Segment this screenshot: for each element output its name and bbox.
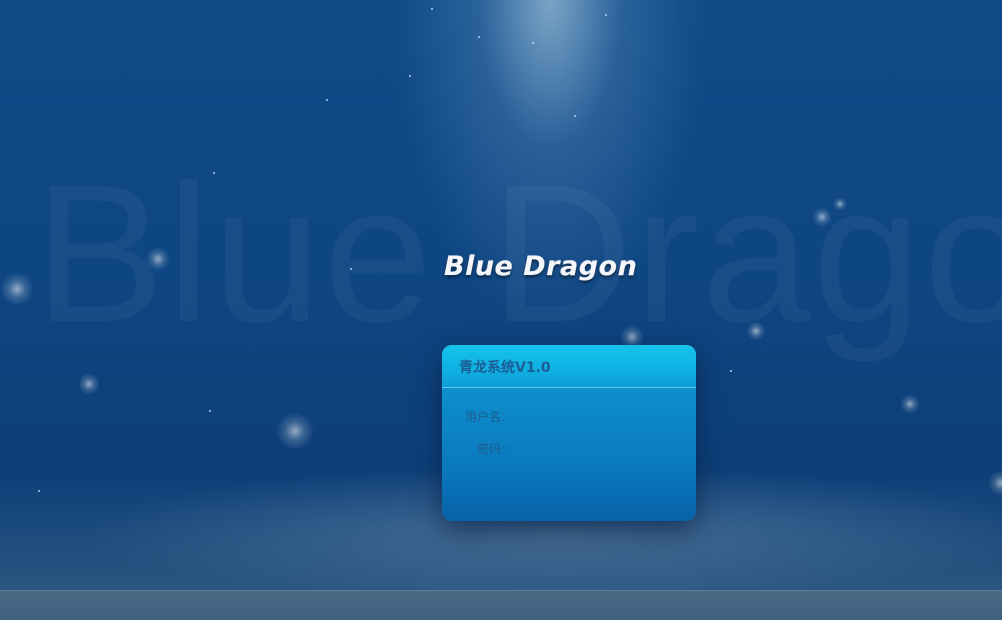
blue-dragon-logo: Blue Dragon — [444, 251, 638, 282]
light-particle — [812, 207, 832, 227]
light-particle — [746, 321, 766, 341]
light-particle — [146, 247, 170, 271]
footer-bar — [0, 590, 1002, 620]
login-panel-header: 青龙系统V1.0 — [442, 345, 696, 388]
light-particle — [988, 470, 1002, 496]
login-page-background: Blue Dragon Blue Dragon 青龙系统V1.0 用户名： 密码… — [0, 0, 1002, 590]
star-dot — [38, 490, 40, 492]
light-particle — [276, 412, 314, 450]
star-dot — [478, 36, 480, 38]
username-input[interactable] — [514, 406, 674, 426]
star-dot — [574, 115, 576, 117]
login-panel: 青龙系统V1.0 用户名： 密码： — [442, 345, 696, 521]
star-dot — [213, 172, 215, 174]
star-dot — [730, 370, 732, 372]
password-label: 密码： — [477, 442, 514, 456]
star-dot — [209, 410, 211, 412]
light-particle — [78, 373, 100, 395]
star-dot — [532, 42, 534, 44]
star-dot — [431, 8, 433, 10]
star-dot — [350, 268, 352, 270]
star-dot — [326, 99, 328, 101]
system-title: 青龙系统V1.0 — [459, 360, 551, 376]
star-dot — [605, 14, 607, 16]
light-particle — [900, 394, 920, 414]
username-label: 用户名： — [465, 410, 514, 424]
light-particle — [833, 197, 847, 211]
star-dot — [409, 75, 411, 77]
light-particle — [0, 272, 34, 306]
password-input[interactable] — [514, 438, 674, 458]
